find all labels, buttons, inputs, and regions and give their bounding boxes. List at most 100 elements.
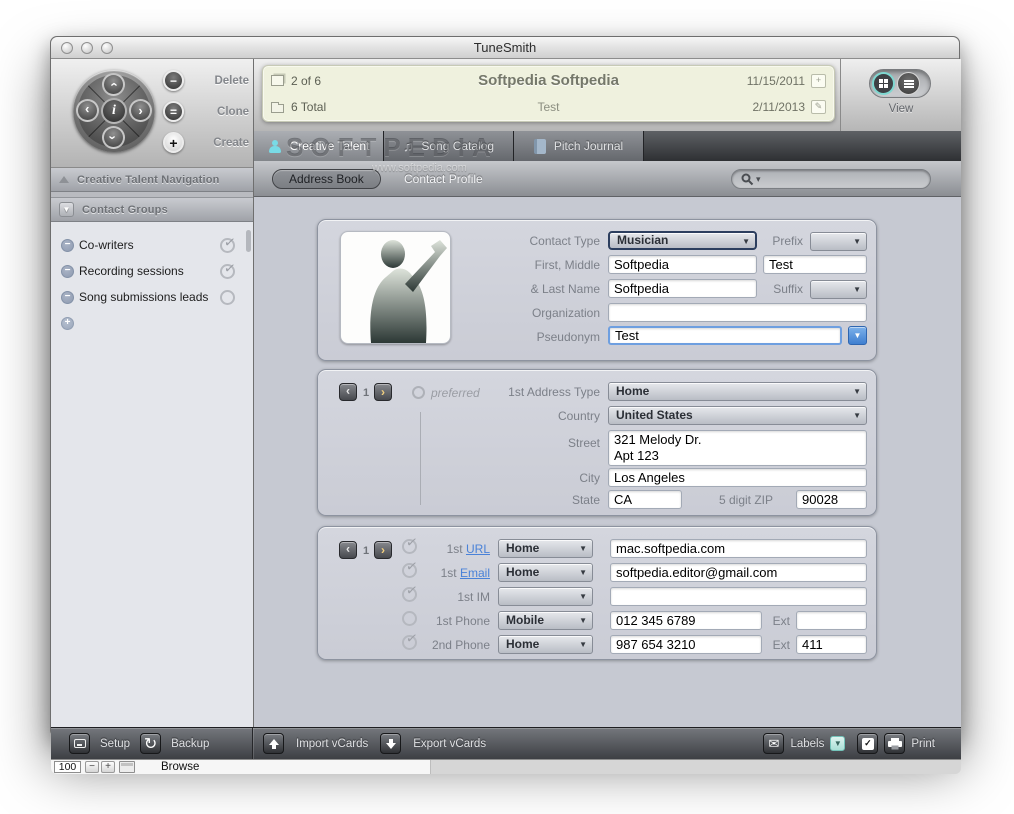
contact-type-label: Contact Type bbox=[318, 234, 600, 248]
remove-group-icon[interactable]: − bbox=[61, 239, 74, 252]
tab-creative-talent[interactable]: Creative Talent bbox=[254, 131, 384, 161]
record-name: Softpedia Softpedia bbox=[478, 72, 619, 89]
city-field[interactable] bbox=[608, 468, 867, 487]
email-field[interactable] bbox=[610, 563, 867, 582]
export-vcards-button[interactable] bbox=[380, 733, 401, 754]
phone1-field[interactable] bbox=[610, 611, 762, 630]
email-checked-icon[interactable]: ✓ bbox=[402, 563, 417, 578]
remove-group-icon[interactable]: − bbox=[61, 291, 74, 304]
clone-button[interactable]: = bbox=[163, 101, 184, 122]
phone1-unchecked-icon[interactable] bbox=[402, 611, 417, 626]
contact-previous-button[interactable]: › bbox=[339, 541, 357, 559]
remove-group-icon[interactable]: − bbox=[61, 265, 74, 278]
nav-up-button[interactable]: › bbox=[102, 73, 125, 96]
tab-pitch-journal[interactable]: Pitch Journal bbox=[514, 131, 644, 161]
email-link[interactable]: Email bbox=[460, 566, 490, 580]
import-vcards-button[interactable] bbox=[263, 733, 284, 754]
contact-groups-collapse-button[interactable]: ▼ bbox=[59, 202, 74, 217]
phone2-checked-icon[interactable]: ✓ bbox=[402, 635, 417, 650]
sidebar-nav-header[interactable]: Creative Talent Navigation bbox=[51, 168, 253, 192]
search-icon[interactable] bbox=[740, 172, 754, 186]
print-button[interactable] bbox=[884, 733, 905, 754]
tab-address-book[interactable]: Address Book bbox=[272, 169, 381, 189]
im-checked-icon[interactable]: ✓ bbox=[402, 587, 417, 602]
record-info-row-2: 6 Total Test 2/11/2013✎ bbox=[271, 95, 826, 118]
im-field[interactable] bbox=[610, 587, 867, 606]
checkbox-tool-button[interactable]: ✓ bbox=[857, 733, 878, 754]
add-date-icon[interactable]: + bbox=[811, 74, 826, 88]
group-checked-icon[interactable]: ✓ bbox=[220, 238, 235, 253]
sidebar-scrollbar[interactable] bbox=[246, 230, 251, 252]
sidebar-nav-header-label: Creative Talent Navigation bbox=[77, 174, 220, 186]
info-button[interactable]: i bbox=[101, 98, 127, 124]
traffic-lights bbox=[61, 42, 113, 54]
upload-arrow-icon bbox=[269, 739, 279, 749]
minimize-button[interactable] bbox=[81, 42, 93, 54]
nav-previous-button[interactable]: › bbox=[76, 99, 99, 122]
zoom-in-button[interactable]: + bbox=[101, 761, 115, 773]
search-input[interactable] bbox=[763, 172, 922, 186]
tab-contact-profile[interactable]: Contact Profile bbox=[404, 172, 483, 186]
add-group-button[interactable]: + bbox=[61, 317, 74, 330]
state-field[interactable] bbox=[608, 490, 682, 509]
url-field[interactable] bbox=[610, 539, 867, 558]
url-checked-icon[interactable]: ✓ bbox=[402, 539, 417, 554]
search-field[interactable]: ▾ bbox=[731, 169, 931, 189]
delete-button[interactable]: − bbox=[163, 70, 184, 91]
street-label: Street bbox=[318, 436, 600, 450]
nav-next-button[interactable]: › bbox=[129, 99, 152, 122]
tab-label: Pitch Journal bbox=[554, 139, 623, 153]
backup-label: Backup bbox=[171, 738, 209, 750]
edit-date-icon[interactable]: ✎ bbox=[811, 100, 826, 114]
zoom-button[interactable] bbox=[101, 42, 113, 54]
create-button[interactable]: + bbox=[163, 132, 184, 153]
street-field[interactable]: 321 Melody Dr. Apt 123 bbox=[608, 430, 867, 466]
first-name-field[interactable] bbox=[608, 255, 757, 274]
phone2-type-dropdown[interactable]: Home▼ bbox=[498, 635, 593, 654]
record-info-zone: 2 of 6 Softpedia Softpedia 11/15/2011+ 6… bbox=[254, 59, 840, 131]
pseudonym-label: Pseudonym bbox=[318, 330, 600, 344]
tab-label: Creative Talent bbox=[290, 139, 370, 153]
labels-button[interactable]: ✉ bbox=[763, 733, 784, 754]
contact-groups-header[interactable]: ▼ Contact Groups bbox=[51, 198, 253, 222]
view-grid-button[interactable] bbox=[872, 72, 895, 95]
organization-field[interactable] bbox=[608, 303, 867, 322]
list-item[interactable]: − Song submissions leads bbox=[51, 286, 253, 308]
group-unchecked-icon[interactable] bbox=[220, 290, 235, 305]
labels-dropdown-button[interactable]: ▼ bbox=[830, 736, 845, 751]
phone1-ext-field[interactable] bbox=[796, 611, 867, 630]
url-link[interactable]: URL bbox=[466, 542, 490, 556]
country-dropdown[interactable]: United States▼ bbox=[608, 406, 867, 425]
phone2-ext-label: Ext bbox=[748, 638, 790, 652]
view-list-button[interactable] bbox=[897, 72, 920, 95]
middle-name-field[interactable] bbox=[763, 255, 867, 274]
phone1-type-dropdown[interactable]: Mobile▼ bbox=[498, 611, 593, 630]
list-item[interactable]: − Co-writers ✓ bbox=[51, 234, 253, 256]
zoom-out-button[interactable]: − bbox=[85, 761, 99, 773]
checkbox-icon: ✓ bbox=[862, 738, 874, 750]
backup-button[interactable]: ↻ bbox=[140, 733, 161, 754]
search-options-caret[interactable]: ▾ bbox=[756, 175, 761, 184]
close-button[interactable] bbox=[61, 42, 73, 54]
setup-button[interactable] bbox=[69, 733, 90, 754]
group-checked-icon[interactable]: ✓ bbox=[220, 264, 235, 279]
phone2-field[interactable] bbox=[610, 635, 762, 654]
status-area-toggle-icon[interactable] bbox=[119, 761, 135, 773]
suffix-dropdown[interactable]: ▼ bbox=[810, 280, 867, 299]
zip-field[interactable] bbox=[796, 490, 867, 509]
url-type-dropdown[interactable]: Home▼ bbox=[498, 539, 593, 558]
contact-next-button[interactable]: › bbox=[374, 541, 392, 559]
list-item[interactable]: − Recording sessions ✓ bbox=[51, 260, 253, 282]
phone2-ext-field[interactable] bbox=[796, 635, 867, 654]
pseudonym-dropdown-button[interactable]: ▼ bbox=[848, 326, 867, 345]
im-type-dropdown[interactable]: ▼ bbox=[498, 587, 593, 606]
address-type-dropdown[interactable]: Home▼ bbox=[608, 382, 867, 401]
date-modified: 2/11/2013 bbox=[753, 100, 806, 114]
email-type-dropdown[interactable]: Home▼ bbox=[498, 563, 593, 582]
tab-song-catalog[interactable]: ♫ Song Catalog bbox=[384, 131, 514, 161]
phone2-label: 2nd Phone bbox=[418, 638, 490, 652]
nav-down-button[interactable]: › bbox=[102, 126, 125, 149]
prefix-dropdown[interactable]: ▼ bbox=[810, 232, 867, 251]
mode-selector[interactable]: Browse bbox=[161, 761, 199, 773]
pseudonym-field[interactable] bbox=[608, 326, 842, 345]
